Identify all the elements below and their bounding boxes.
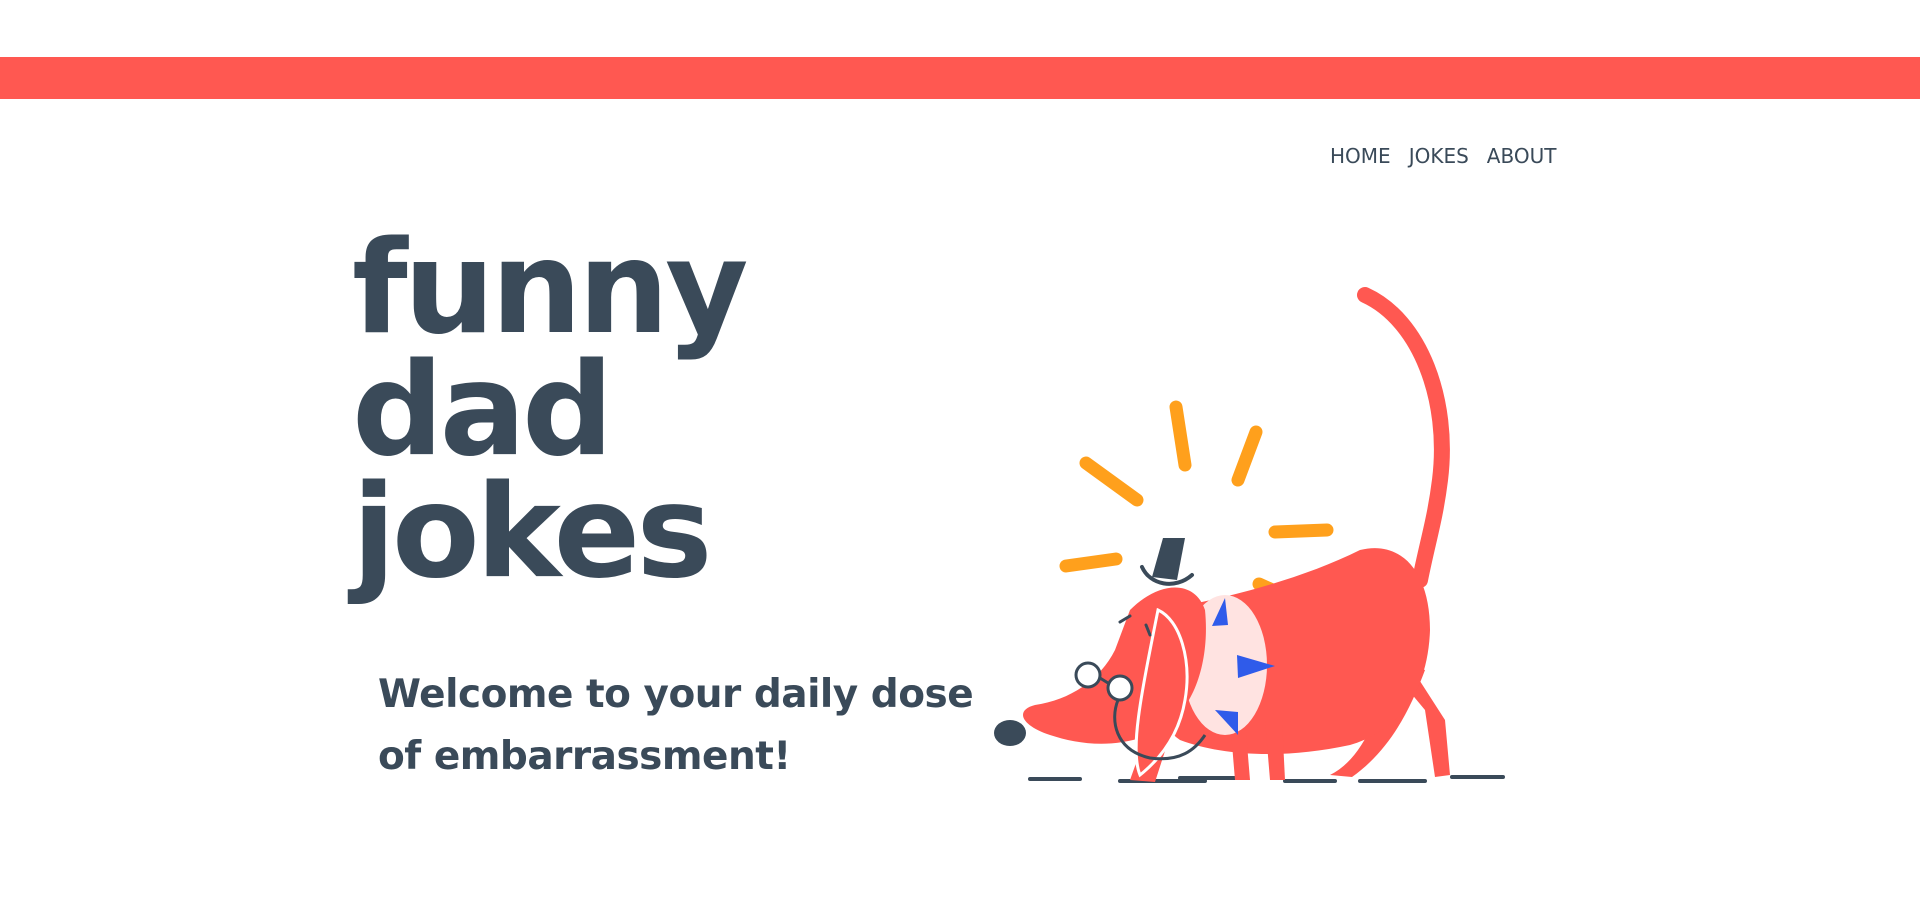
hero-title-line-3: jokes — [352, 458, 712, 607]
front-leg-1 — [1265, 720, 1285, 780]
top-hat-icon — [1140, 538, 1194, 586]
main-nav: HOME JOKES ABOUT — [1330, 144, 1556, 168]
dachshund-illustration — [994, 287, 1505, 783]
hero-subtitle: Welcome to your daily dose of embarrassm… — [378, 672, 974, 779]
hero-title-line-1: funny — [352, 214, 748, 363]
sparkle-lines — [1059, 400, 1334, 607]
nav-about-link[interactable]: ABOUT — [1487, 144, 1557, 168]
hero-title-line-2: dad — [352, 336, 614, 485]
ground-lines — [1028, 775, 1505, 783]
tail — [1357, 287, 1450, 588]
hero-title: funny dad jokes — [352, 214, 748, 607]
dog-nose — [994, 720, 1026, 746]
top-accent-bar — [0, 57, 1920, 99]
page: HOME JOKES ABOUT funny dad jokes Welcome… — [0, 0, 1920, 916]
nav-home-link[interactable]: HOME — [1330, 144, 1391, 168]
nav-jokes-link[interactable]: JOKES — [1409, 144, 1469, 168]
